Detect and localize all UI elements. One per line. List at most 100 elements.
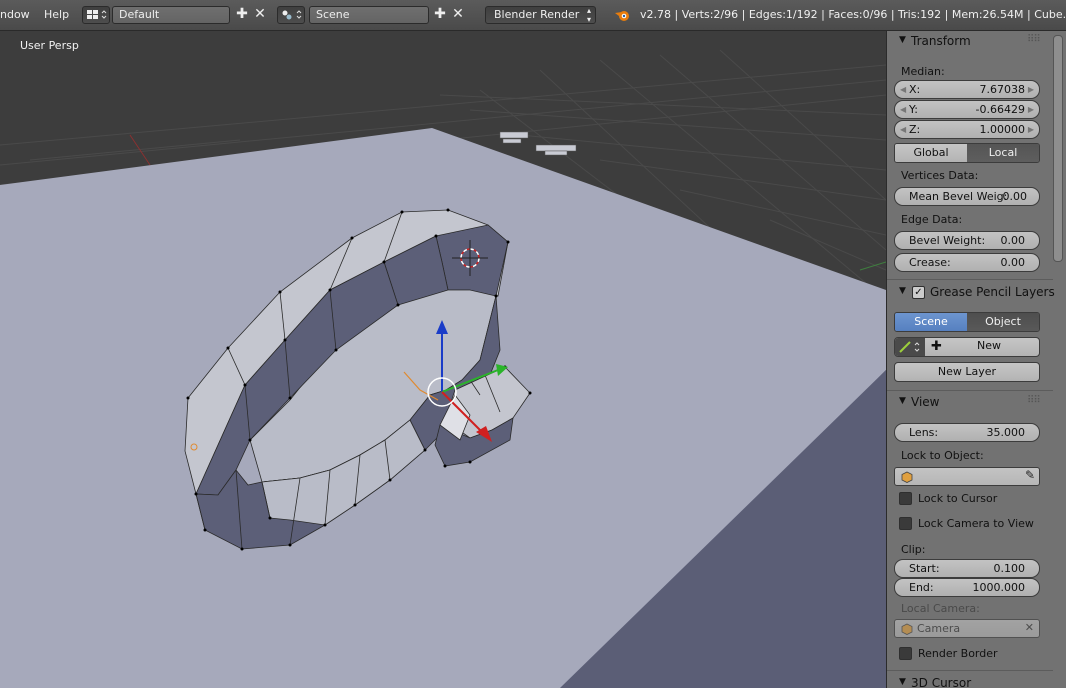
remove-layout-icon[interactable]: ✕ <box>252 6 268 24</box>
lens-label: Lens: <box>909 426 939 439</box>
median-z-field[interactable]: ◀ Z: 1.00000 ▶ <box>894 120 1040 139</box>
x-value: 7.67038 <box>979 83 1026 96</box>
3d-cursor-panel-header[interactable]: ▼ 3D Cursor <box>887 673 1053 688</box>
local-camera-field: Camera ✕ <box>894 619 1040 638</box>
3d-cursor-title: 3D Cursor <box>911 676 972 688</box>
viewport-canvas[interactable] <box>0 31 886 688</box>
layout-name-field[interactable]: Default <box>112 6 230 24</box>
new-layer-button[interactable]: New Layer <box>894 362 1040 382</box>
crease-value: 0.00 <box>1000 256 1026 269</box>
scene-icon <box>282 10 302 20</box>
global-button[interactable]: Global <box>895 144 967 162</box>
collapse-triangle-icon: ▼ <box>899 286 906 296</box>
decrement-icon[interactable]: ◀ <box>900 121 906 138</box>
new-datablock-label: New <box>977 339 1001 352</box>
mean-bevel-value: 0.00 <box>1002 190 1028 203</box>
lock-object-field[interactable]: ✎ <box>894 467 1040 486</box>
increment-icon[interactable]: ▶ <box>1028 81 1034 98</box>
median-y-field[interactable]: ◀ Y: -0.66429 ▶ <box>894 100 1040 119</box>
remove-scene-icon[interactable]: ✕ <box>450 6 466 24</box>
decrement-icon[interactable]: ◀ <box>900 101 906 118</box>
divider <box>887 390 1053 391</box>
collapse-triangle-icon: ▼ <box>899 396 906 406</box>
object-source-button[interactable]: Object <box>967 313 1039 331</box>
drag-grip-icon[interactable]: ⠿⠿ <box>1027 395 1041 406</box>
divider <box>887 670 1053 671</box>
median-label: Median: <box>901 65 945 78</box>
transform-panel-header[interactable]: ▼ Transform ⠿⠿ <box>887 31 1053 53</box>
transform-title: Transform <box>911 34 971 48</box>
increment-icon[interactable]: ▶ <box>1028 101 1034 118</box>
grease-pencil-checkbox[interactable]: ✓ <box>912 286 925 299</box>
object-cube-icon <box>901 471 913 483</box>
layout-selector-button[interactable] <box>82 6 110 24</box>
view-title: View <box>911 395 940 409</box>
edge-data-label: Edge Data: <box>901 213 963 226</box>
collapse-triangle-icon: ▼ <box>899 35 906 45</box>
render-border-checkbox[interactable] <box>899 647 912 660</box>
vertices-data-label: Vertices Data: <box>901 169 979 182</box>
bevel-weight-field[interactable]: Bevel Weight: 0.00 <box>894 231 1040 250</box>
lock-to-object-label: Lock to Object: <box>901 449 984 462</box>
scene-source-button[interactable]: Scene <box>895 313 967 331</box>
window-menu[interactable]: ndow <box>0 8 30 21</box>
drag-grip-icon[interactable]: ⠿⠿ <box>1027 34 1041 45</box>
clip-start-field[interactable]: Start: 0.100 <box>894 559 1040 578</box>
lock-to-cursor-label: Lock to Cursor <box>918 492 998 505</box>
clear-icon: ✕ <box>1024 621 1034 634</box>
median-x-field[interactable]: ◀ X: 7.67038 ▶ <box>894 80 1040 99</box>
camera-object-icon <box>901 623 913 635</box>
lock-to-cursor-checkbox[interactable] <box>899 492 912 505</box>
distant-objects <box>499 131 577 156</box>
add-layout-icon[interactable]: ✚ <box>234 6 250 24</box>
grease-pencil-source-toggle[interactable]: Scene Object <box>894 312 1040 332</box>
render-engine-select[interactable]: Blender Render ▴ ▾ <box>485 6 596 24</box>
crease-field[interactable]: Crease: 0.00 <box>894 253 1040 272</box>
clip-start-label: Start: <box>909 562 940 575</box>
clip-end-value: 1000.000 <box>972 581 1026 594</box>
clip-start-value: 0.100 <box>993 562 1026 575</box>
clip-end-label: End: <box>909 581 934 594</box>
lock-camera-to-view-checkbox[interactable] <box>899 517 912 530</box>
z-value: 1.00000 <box>979 123 1026 136</box>
grease-pencil-title: Grease Pencil Layers <box>930 285 1055 299</box>
view-panel-header[interactable]: ▼ View ⠿⠿ <box>887 392 1053 414</box>
clip-end-field[interactable]: End: 1000.000 <box>894 578 1040 597</box>
crease-label: Crease: <box>909 256 951 269</box>
sidebar-scrollbar[interactable] <box>1053 35 1063 262</box>
local-camera-label: Local Camera: <box>901 602 980 615</box>
scene-statistics: v2.78 | Verts:2/96 | Edges:1/192 | Faces… <box>640 8 1066 21</box>
increment-icon[interactable]: ▶ <box>1028 121 1034 138</box>
lock-camera-to-view-label: Lock Camera to View <box>918 517 1034 530</box>
render-border-label: Render Border <box>918 647 998 660</box>
mean-bevel-weight-field[interactable]: Mean Bevel Weig: 0.00 <box>894 187 1040 206</box>
help-menu[interactable]: Help <box>44 8 69 21</box>
y-value: -0.66429 <box>975 103 1025 116</box>
blender-logo-icon <box>615 11 629 21</box>
lens-value: 35.000 <box>986 426 1026 439</box>
eyedropper-icon[interactable]: ✎ <box>1025 468 1035 482</box>
view-name-label: User Persp <box>20 39 79 52</box>
local-button[interactable]: Local <box>967 144 1039 162</box>
render-engine-label: Blender Render <box>494 8 580 21</box>
3d-viewport[interactable]: User Persp <box>0 31 886 688</box>
grease-pencil-panel-header[interactable]: ▼ ✓ Grease Pencil Layers <box>887 282 1055 304</box>
lens-field[interactable]: Lens: 35.000 <box>894 423 1040 442</box>
collapse-triangle-icon: ▼ <box>899 677 906 687</box>
bevel-weight-label: Bevel Weight: <box>909 234 986 247</box>
z-label: Z: <box>909 123 921 136</box>
camera-name: Camera <box>917 622 961 635</box>
properties-sidebar[interactable]: ▼ Transform ⠿⠿ Median: ◀ X: 7.67038 ▶ ◀ … <box>886 31 1066 688</box>
coordinate-space-toggle[interactable]: Global Local <box>894 143 1040 163</box>
y-label: Y: <box>909 103 918 116</box>
divider <box>887 279 1053 280</box>
grease-pencil-datablock[interactable]: ✚ New <box>894 337 1040 357</box>
scene-name-field[interactable]: Scene <box>309 6 429 24</box>
decrement-icon[interactable]: ◀ <box>900 81 906 98</box>
info-header: ndow Help Default ✚ ✕ Scene ✚ ✕ Blender … <box>0 0 1066 31</box>
add-scene-icon[interactable]: ✚ <box>432 6 448 24</box>
dropdown-arrows-icon: ▴ ▾ <box>586 6 591 24</box>
x-label: X: <box>909 83 921 96</box>
scene-selector-button[interactable] <box>277 6 305 24</box>
clip-label: Clip: <box>901 543 926 556</box>
